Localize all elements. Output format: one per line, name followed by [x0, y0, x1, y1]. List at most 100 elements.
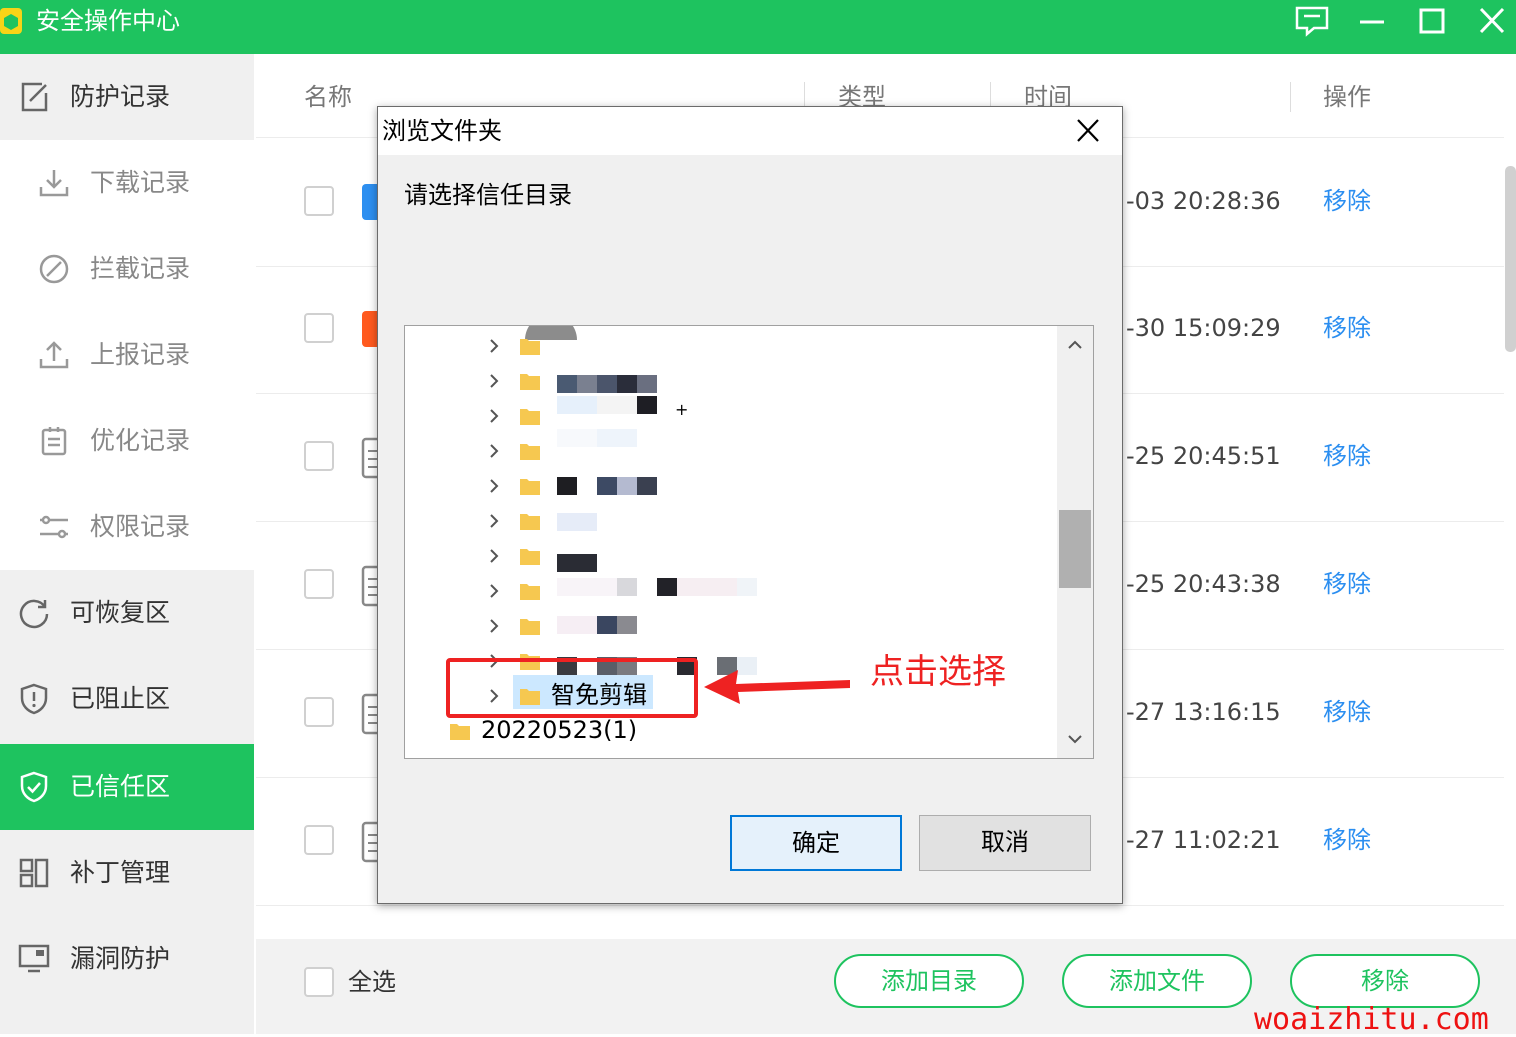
- maximize-icon[interactable]: [1414, 4, 1450, 38]
- remove-button[interactable]: 移除: [1290, 954, 1480, 1008]
- folder-icon: [520, 514, 540, 530]
- sidebar-item-optimize-records[interactable]: 优化记录: [0, 398, 254, 484]
- dialog-prompt: 请选择信任目录: [404, 181, 572, 209]
- shield-check-icon: [20, 771, 48, 803]
- column-divider: [1290, 82, 1291, 112]
- select-all-checkbox[interactable]: [304, 967, 334, 997]
- tree-node[interactable]: [405, 608, 1055, 643]
- chevron-right-icon[interactable]: [487, 582, 501, 600]
- scroll-down-icon[interactable]: [1067, 734, 1083, 746]
- tree-node[interactable]: [405, 363, 1055, 398]
- sidebar: 防护记录 下载记录 拦截记录 上报记录 优化记录 权限记录 可恢复区 已阻止区 …: [0, 54, 254, 1034]
- window-title: 安全操作中心: [36, 7, 180, 35]
- ok-button[interactable]: 确定: [730, 815, 902, 871]
- browse-folder-dialog: 浏览文件夹 请选择信任目录 + 智免剪辑 20220523(1) 确定 取消: [377, 106, 1123, 904]
- shield-alert-icon: [20, 683, 48, 715]
- row-time: -30 15:09:29: [1126, 314, 1281, 342]
- pixelated-folder-name: [557, 477, 657, 495]
- chevron-right-icon[interactable]: [487, 407, 501, 425]
- tree-node[interactable]: [405, 748, 1055, 759]
- sidebar-item-blocked[interactable]: 已阻止区: [0, 656, 254, 742]
- folder-icon: [450, 724, 470, 740]
- row-time: -03 20:28:36: [1126, 187, 1281, 215]
- scroll-up-icon[interactable]: [1067, 338, 1083, 350]
- sidebar-item-label: 优化记录: [90, 426, 191, 455]
- pixelated-folder-name: [557, 616, 637, 634]
- sidebar-item-label: 漏洞防护: [70, 944, 171, 973]
- sidebar-item-trusted[interactable]: 已信任区: [0, 744, 254, 830]
- tree-node[interactable]: [405, 429, 1055, 468]
- row-remove-link[interactable]: 移除: [1323, 697, 1371, 727]
- close-icon[interactable]: [1070, 115, 1106, 147]
- tree-node[interactable]: [405, 538, 1055, 573]
- row-remove-link[interactable]: 移除: [1323, 313, 1371, 343]
- tree-node[interactable]: +: [405, 396, 1055, 433]
- row-remove-link[interactable]: 移除: [1323, 825, 1371, 855]
- sidebar-item-block-records[interactable]: 拦截记录: [0, 226, 254, 312]
- tree-node[interactable]: 20220523(1): [405, 713, 1055, 748]
- chevron-right-icon[interactable]: [487, 442, 501, 460]
- add-folder-button[interactable]: 添加目录: [834, 954, 1024, 1008]
- tree-node[interactable]: [405, 573, 1055, 608]
- chevron-right-icon[interactable]: [487, 617, 501, 635]
- folder-icon: [449, 755, 471, 759]
- sidebar-item-patch-management[interactable]: 补丁管理: [0, 830, 254, 916]
- cancel-button[interactable]: 取消: [919, 815, 1091, 871]
- sidebar-item-download-records[interactable]: 下载记录: [0, 140, 254, 226]
- pixelated-folder-name: [557, 429, 637, 447]
- row-time: -27 13:16:15: [1126, 698, 1281, 726]
- row-time: -25 20:45:51: [1126, 442, 1281, 470]
- pixelated-folder-name: [557, 375, 657, 393]
- close-window-icon[interactable]: [1474, 4, 1510, 38]
- chevron-right-icon[interactable]: [487, 512, 501, 530]
- row-checkbox[interactable]: [304, 569, 334, 599]
- chevron-right-icon[interactable]: [487, 477, 501, 495]
- column-header-action: 操作: [1323, 83, 1371, 111]
- sidebar-item-label: 防护记录: [70, 82, 171, 111]
- watermark: woaizhitu.com: [1254, 1002, 1489, 1037]
- minimize-icon[interactable]: [1354, 4, 1390, 38]
- tree-node[interactable]: [405, 468, 1055, 503]
- sidebar-item-permission-records[interactable]: 权限记录: [0, 484, 254, 570]
- column-header-name[interactable]: 名称: [304, 82, 352, 112]
- row-checkbox[interactable]: [304, 313, 334, 343]
- download-icon: [39, 170, 69, 197]
- sidebar-item-label: 下载记录: [90, 168, 191, 197]
- tree-node[interactable]: [405, 503, 1055, 538]
- list-scrollbar[interactable]: [1505, 166, 1516, 352]
- row-remove-link[interactable]: 移除: [1323, 186, 1371, 216]
- row-remove-link[interactable]: 移除: [1323, 441, 1371, 471]
- add-file-button[interactable]: 添加文件: [1062, 954, 1252, 1008]
- chevron-right-icon[interactable]: [487, 372, 501, 390]
- pixelated-folder-name: [557, 513, 597, 531]
- folder-label: 20220523(1): [481, 716, 638, 744]
- edit-icon: [21, 82, 48, 112]
- sidebar-item-label: 可恢复区: [70, 598, 171, 627]
- row-time: -25 20:43:38: [1126, 570, 1281, 598]
- feedback-icon[interactable]: [1294, 4, 1330, 38]
- sidebar-item-report-records[interactable]: 上报记录: [0, 312, 254, 398]
- monitor-icon: [18, 944, 50, 973]
- sidebar-item-protection-records[interactable]: 防护记录: [0, 54, 254, 140]
- sidebar-item-label: 补丁管理: [70, 858, 171, 887]
- folder-icon: [520, 549, 540, 565]
- row-checkbox[interactable]: [304, 825, 334, 855]
- select-all-label[interactable]: 全选: [348, 967, 396, 997]
- row-checkbox[interactable]: [304, 186, 334, 216]
- tree-node[interactable]: [405, 328, 1055, 363]
- sidebar-item-recoverable[interactable]: 可恢复区: [0, 570, 254, 656]
- row-checkbox[interactable]: [304, 441, 334, 471]
- sidebar-item-label: 已信任区: [70, 772, 171, 801]
- sidebar-item-label: 拦截记录: [90, 254, 191, 283]
- folder-icon: [520, 479, 540, 495]
- row-checkbox[interactable]: [304, 697, 334, 727]
- pixelated-folder-name: [557, 554, 597, 572]
- dialog-header: 浏览文件夹: [378, 107, 1122, 155]
- pixelated-folder-name: [557, 578, 757, 596]
- tree-scrollbar-thumb[interactable]: [1059, 510, 1091, 588]
- chevron-right-icon[interactable]: [487, 337, 501, 355]
- sidebar-item-vulnerability-protection[interactable]: 漏洞防护: [0, 916, 254, 1002]
- row-remove-link[interactable]: 移除: [1323, 569, 1371, 599]
- folder-icon: [520, 409, 540, 425]
- chevron-right-icon[interactable]: [487, 547, 501, 565]
